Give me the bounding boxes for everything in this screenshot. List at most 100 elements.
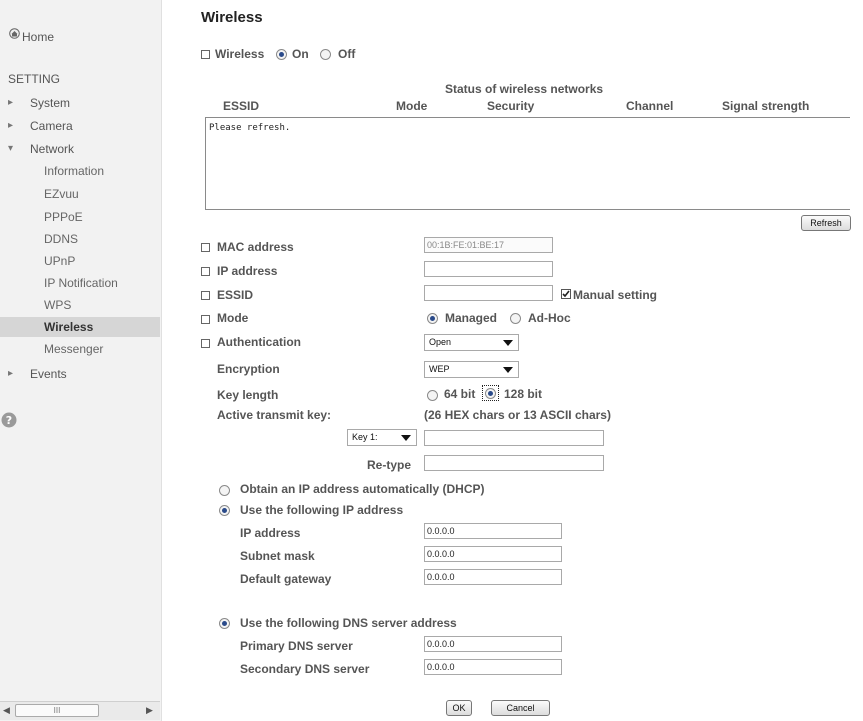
default-gateway-label: Default gateway bbox=[240, 572, 332, 586]
sidebar-item-system[interactable]: System bbox=[30, 96, 70, 110]
expanded-arrow-icon[interactable]: ▾ bbox=[8, 144, 18, 154]
status-table-title: Status of wireless networks bbox=[445, 82, 604, 96]
key-length-128-radio[interactable] bbox=[485, 388, 496, 399]
sidebar-item-network[interactable]: Network bbox=[30, 142, 74, 156]
bullet-icon bbox=[201, 50, 210, 59]
page-title: Wireless bbox=[201, 9, 263, 26]
list-placeholder-text: Please refresh. bbox=[209, 123, 291, 133]
essid-field[interactable] bbox=[424, 285, 553, 301]
refresh-button[interactable]: Refresh bbox=[801, 215, 851, 231]
authentication-label: Authentication bbox=[217, 335, 301, 349]
sidebar-item-camera[interactable]: Camera bbox=[30, 119, 73, 133]
mode-managed-label: Managed bbox=[445, 311, 498, 325]
mode-managed-radio[interactable] bbox=[427, 313, 438, 324]
subnet-mask-field[interactable]: 0.0.0.0 bbox=[424, 546, 562, 562]
column-security: Security bbox=[487, 99, 535, 113]
column-essid: ESSID bbox=[223, 99, 260, 113]
wireless-networks-list[interactable]: Please refresh. bbox=[205, 117, 850, 210]
column-mode: Mode bbox=[396, 99, 428, 113]
encryption-value: WEP bbox=[429, 364, 450, 374]
collapsed-arrow-icon[interactable]: ▸ bbox=[8, 98, 18, 108]
subnet-mask-label: Subnet mask bbox=[240, 549, 315, 563]
secondary-dns-field[interactable]: 0.0.0.0 bbox=[424, 659, 562, 675]
dns-radio[interactable] bbox=[219, 618, 230, 629]
sidebar: Home SETTING ▸ System ▸ Camera ▾ Network… bbox=[0, 0, 162, 721]
key-index-value: Key 1: bbox=[352, 432, 378, 442]
manual-setting-checkbox[interactable] bbox=[561, 289, 571, 299]
bullet-icon bbox=[201, 339, 210, 348]
horizontal-scrollbar[interactable]: ◀ III ▶ bbox=[0, 701, 160, 720]
bullet-icon bbox=[201, 267, 210, 276]
scrollbar-grip: III bbox=[53, 706, 61, 715]
encryption-select[interactable]: WEP bbox=[424, 361, 519, 378]
sidebar-item-messenger[interactable]: Messenger bbox=[44, 342, 103, 356]
bullet-icon bbox=[201, 243, 210, 252]
primary-dns-field[interactable]: 0.0.0.0 bbox=[424, 636, 562, 652]
key-index-select[interactable]: Key 1: bbox=[347, 429, 417, 446]
sidebar-item-ddns[interactable]: DDNS bbox=[44, 232, 78, 246]
scrollbar-thumb[interactable]: III bbox=[15, 704, 99, 717]
column-channel: Channel bbox=[626, 99, 674, 113]
sidebar-item-wps[interactable]: WPS bbox=[44, 298, 71, 312]
dns-label: Use the following DNS server address bbox=[240, 616, 457, 630]
key-format-hint: (26 HEX chars or 13 ASCII chars) bbox=[424, 408, 611, 422]
svg-text:?: ? bbox=[6, 414, 12, 427]
key-length-64-label: 64 bit bbox=[444, 387, 476, 401]
sidebar-item-wireless[interactable]: Wireless bbox=[44, 320, 93, 334]
sidebar-item-pppoe[interactable]: PPPoE bbox=[44, 210, 83, 224]
mode-adhoc-radio[interactable] bbox=[510, 313, 521, 324]
sidebar-item-information[interactable]: Information bbox=[44, 164, 104, 178]
ip-address-label: IP address bbox=[217, 264, 278, 278]
ip-address-field[interactable] bbox=[424, 261, 553, 277]
wireless-off-radio[interactable] bbox=[320, 49, 331, 60]
scroll-left-icon[interactable]: ◀ bbox=[3, 705, 10, 716]
collapsed-arrow-icon[interactable]: ▸ bbox=[8, 121, 18, 131]
retype-key-field[interactable] bbox=[424, 455, 604, 471]
key-length-label: Key length bbox=[217, 388, 279, 402]
help-icon[interactable]: ? bbox=[1, 412, 17, 428]
encryption-label: Encryption bbox=[217, 362, 280, 376]
static-ip-address-label: IP address bbox=[240, 526, 301, 540]
default-gateway-field[interactable]: 0.0.0.0 bbox=[424, 569, 562, 585]
sidebar-item-events[interactable]: Events bbox=[30, 367, 67, 381]
sidebar-item-upnp[interactable]: UPnP bbox=[44, 254, 75, 268]
key-length-128-label: 128 bit bbox=[504, 387, 543, 401]
dhcp-radio[interactable] bbox=[219, 485, 230, 496]
wep-key-field[interactable] bbox=[424, 430, 604, 446]
manual-setting-label: Manual setting bbox=[573, 288, 658, 302]
column-signal-strength: Signal strength bbox=[722, 99, 810, 113]
dhcp-label: Obtain an IP address automatically (DHCP… bbox=[240, 482, 485, 496]
essid-label: ESSID bbox=[217, 288, 254, 302]
scroll-right-icon[interactable]: ▶ bbox=[146, 705, 153, 716]
key-length-64-radio[interactable] bbox=[427, 390, 438, 401]
cancel-button[interactable]: Cancel bbox=[491, 700, 550, 716]
home-icon[interactable] bbox=[9, 28, 20, 39]
chevron-down-icon bbox=[503, 340, 513, 346]
authentication-select[interactable]: Open bbox=[424, 334, 519, 351]
mac-address-label: MAC address bbox=[217, 240, 294, 254]
sidebar-setting-heading: SETTING bbox=[8, 72, 61, 86]
chevron-down-icon bbox=[401, 435, 411, 441]
chevron-down-icon bbox=[503, 367, 513, 373]
wireless-label: Wireless bbox=[215, 47, 265, 61]
static-ip-radio[interactable] bbox=[219, 505, 230, 516]
sidebar-item-ip-notification[interactable]: IP Notification bbox=[44, 276, 118, 290]
static-ip-address-field[interactable]: 0.0.0.0 bbox=[424, 523, 562, 539]
authentication-value: Open bbox=[429, 337, 452, 347]
retype-label: Re-type bbox=[367, 458, 412, 472]
secondary-dns-label: Secondary DNS server bbox=[240, 662, 370, 676]
static-ip-label: Use the following IP address bbox=[240, 503, 404, 517]
sidebar-home[interactable]: Home bbox=[22, 30, 54, 44]
ok-button[interactable]: OK bbox=[446, 700, 472, 716]
collapsed-arrow-icon[interactable]: ▸ bbox=[8, 369, 18, 379]
mode-label: Mode bbox=[217, 311, 249, 325]
mac-address-field[interactable]: 00:1B:FE:01:BE:17 bbox=[424, 237, 553, 253]
active-transmit-key-label: Active transmit key: bbox=[217, 408, 332, 422]
mode-adhoc-label: Ad-Hoc bbox=[528, 311, 571, 325]
bullet-icon bbox=[201, 291, 210, 300]
bullet-icon bbox=[201, 315, 210, 324]
sidebar-item-ezvuu[interactable]: EZvuu bbox=[44, 187, 79, 201]
wireless-on-radio[interactable] bbox=[276, 49, 287, 60]
primary-dns-label: Primary DNS server bbox=[240, 639, 353, 653]
wireless-on-label: On bbox=[292, 47, 309, 61]
